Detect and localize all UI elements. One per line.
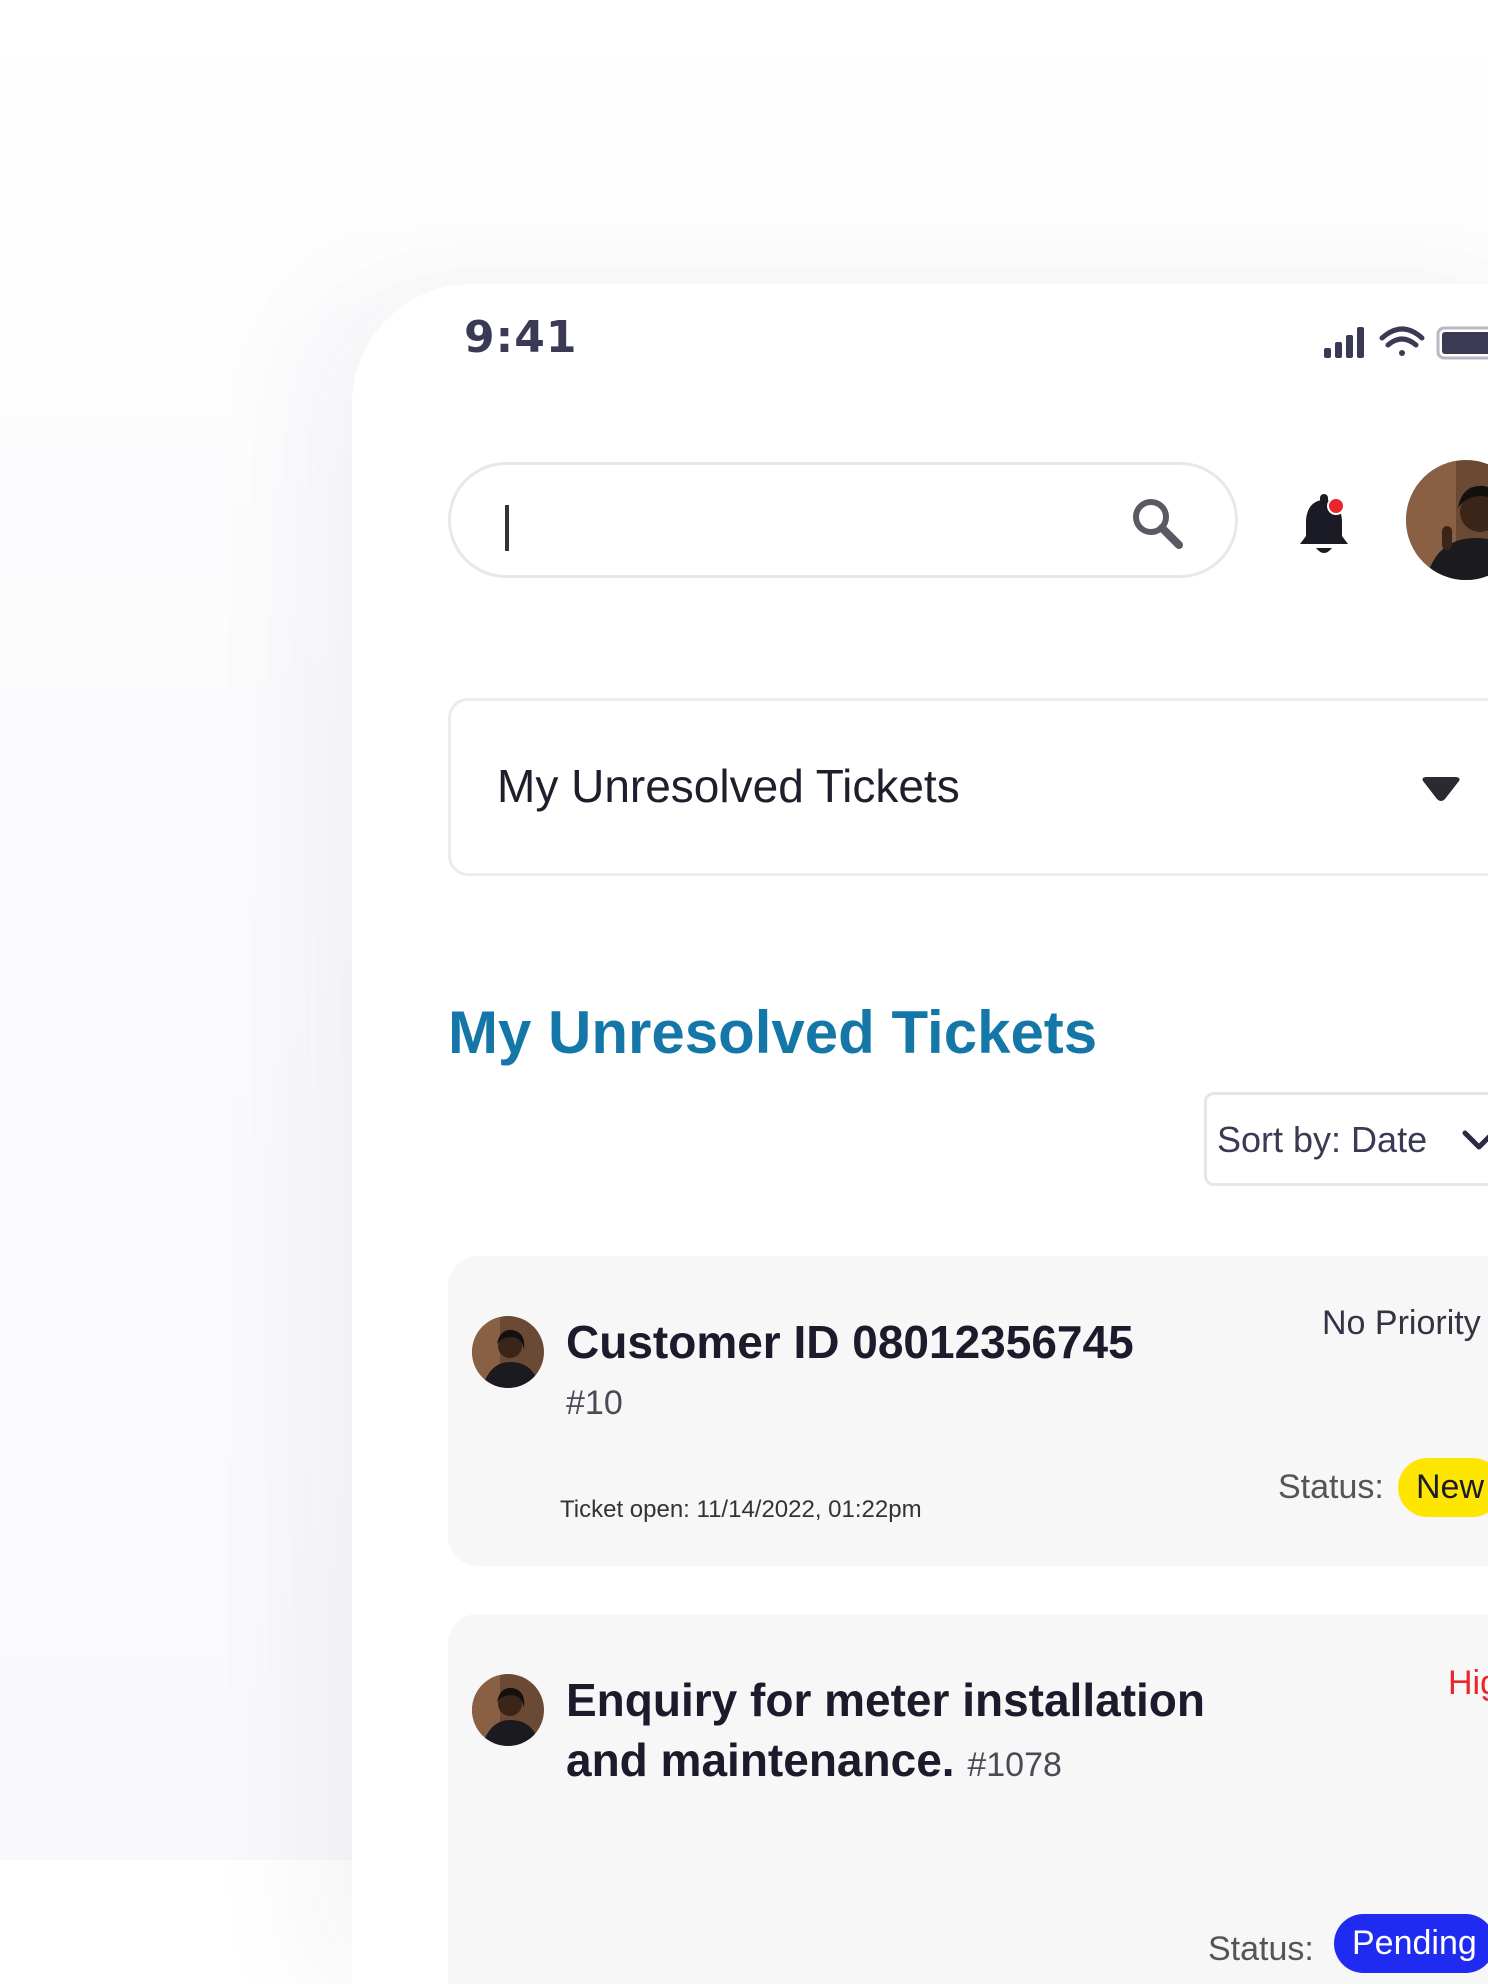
battery-icon xyxy=(1436,326,1488,360)
ticket-number: #10 xyxy=(566,1384,623,1422)
ticket-title-line-1: Enquiry for meter installation xyxy=(566,1674,1205,1726)
ticket-title: Enquiry for meter installation and maint… xyxy=(566,1670,1205,1795)
phone-screen: 9:41 My Unresolved Tickets My Unresolved… xyxy=(352,284,1488,1984)
notification-bell-icon[interactable] xyxy=(1294,492,1354,558)
caret-down-icon xyxy=(1422,777,1460,801)
ticket-card[interactable]: Customer ID 08012356745 #10 No Priority … xyxy=(448,1256,1488,1566)
chevron-down-icon xyxy=(1462,1130,1488,1150)
status-badge: Pending xyxy=(1334,1914,1488,1973)
ticket-number: #1078 xyxy=(967,1746,1062,1784)
ticket-priority: High xyxy=(1448,1664,1488,1702)
cellular-signal-icon xyxy=(1324,327,1364,358)
status-time: 9:41 xyxy=(464,312,578,363)
dropdown-selected-value: My Unresolved Tickets xyxy=(497,760,960,812)
sort-label: Sort by: Date xyxy=(1217,1119,1428,1160)
status-badge: New xyxy=(1398,1458,1488,1517)
status-label: Status: xyxy=(1278,1468,1384,1506)
assignee-avatar xyxy=(472,1674,544,1746)
ticket-open-time: Ticket open: 11/14/2022, 01:22pm xyxy=(560,1496,922,1523)
wifi-icon xyxy=(1379,326,1425,356)
assignee-avatar xyxy=(472,1316,544,1388)
search-input[interactable] xyxy=(501,491,1105,553)
status-icons xyxy=(1324,326,1488,360)
status-label: Status: xyxy=(1208,1930,1314,1968)
ticket-card[interactable]: Enquiry for meter installation and maint… xyxy=(448,1614,1488,1984)
sort-dropdown[interactable]: Sort by: Date xyxy=(1204,1092,1488,1186)
ticket-filter-dropdown[interactable]: My Unresolved Tickets xyxy=(448,698,1488,876)
ticket-priority: No Priority xyxy=(1322,1304,1481,1342)
text-caret xyxy=(505,505,509,551)
notification-dot xyxy=(1327,497,1345,515)
ticket-title-line-2-text: and maintenance. xyxy=(566,1734,955,1786)
page-title: My Unresolved Tickets xyxy=(448,999,1098,1066)
ticket-title: Customer ID 08012356745 xyxy=(566,1316,1134,1368)
ticket-title-line-2: and maintenance. #1078 xyxy=(566,1730,1205,1795)
user-avatar[interactable] xyxy=(1406,460,1488,580)
search-bar[interactable] xyxy=(448,462,1238,578)
search-icon[interactable] xyxy=(1127,493,1187,553)
